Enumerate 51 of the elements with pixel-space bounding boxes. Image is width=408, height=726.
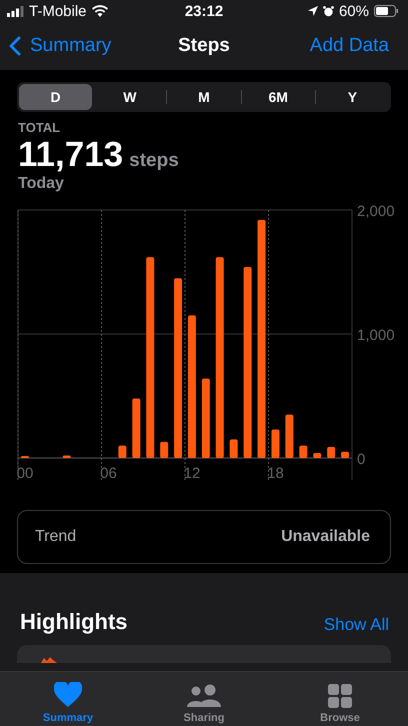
wifi-icon	[92, 5, 108, 17]
axis-label: 18	[267, 465, 284, 482]
add-data-button[interactable]: Add Data	[310, 35, 389, 57]
bar	[327, 446, 336, 458]
bar	[313, 453, 322, 458]
trend-card[interactable]: Trend Unavailable	[17, 510, 391, 564]
show-all-link[interactable]: Show All	[324, 615, 389, 635]
tab-bar-item[interactable]: Sharing	[149, 672, 259, 726]
back-chevron-icon	[9, 36, 21, 56]
axis-label: 00	[16, 465, 34, 482]
section-title: Highlights	[20, 609, 128, 635]
range-tab[interactable]: 6M	[242, 84, 315, 110]
bar	[160, 442, 168, 458]
heart-icon	[54, 682, 82, 708]
bar	[271, 429, 280, 458]
axis-label: 1,000	[357, 327, 395, 344]
grid-icon	[328, 684, 352, 708]
highlight-card[interactable]	[17, 645, 391, 663]
axis-label: 0	[357, 451, 366, 468]
bar	[132, 398, 140, 458]
bar	[299, 446, 308, 458]
axis-label: 12	[184, 465, 200, 482]
bar	[230, 439, 238, 458]
axis-label: 2,000	[357, 205, 395, 220]
range-tab[interactable]: Y	[316, 84, 390, 110]
signal-icon	[7, 6, 24, 16]
trend-label: Trend	[35, 528, 76, 546]
page-title: Steps	[178, 35, 230, 57]
people-icon	[187, 684, 221, 708]
tab-bar-item[interactable]: Browse	[285, 672, 395, 726]
bar	[62, 456, 71, 458]
battery-percent: 60%	[338, 2, 369, 20]
carrier-name: T-Mobile	[29, 2, 87, 20]
total-caption: TOTAL	[18, 120, 62, 135]
range-tab[interactable]: M	[167, 84, 241, 110]
period-label: Today	[18, 175, 65, 193]
range-tab[interactable]: D	[19, 84, 92, 110]
battery-icon	[374, 5, 398, 17]
tab-bar-item[interactable]: Summary	[13, 672, 123, 726]
unit-label: steps	[129, 150, 179, 172]
range-tab[interactable]: W	[93, 84, 166, 110]
back-button[interactable]: Summary	[9, 35, 112, 57]
bar	[118, 446, 126, 458]
axis-label: 06	[100, 465, 117, 482]
trend-value: Unavailable	[281, 528, 370, 546]
bar	[341, 452, 350, 458]
clock-time: 23:12	[184, 2, 224, 20]
bar	[285, 414, 294, 458]
step-total: 11,713	[18, 135, 124, 175]
location-icon	[308, 6, 318, 16]
alarm-icon	[322, 6, 334, 16]
